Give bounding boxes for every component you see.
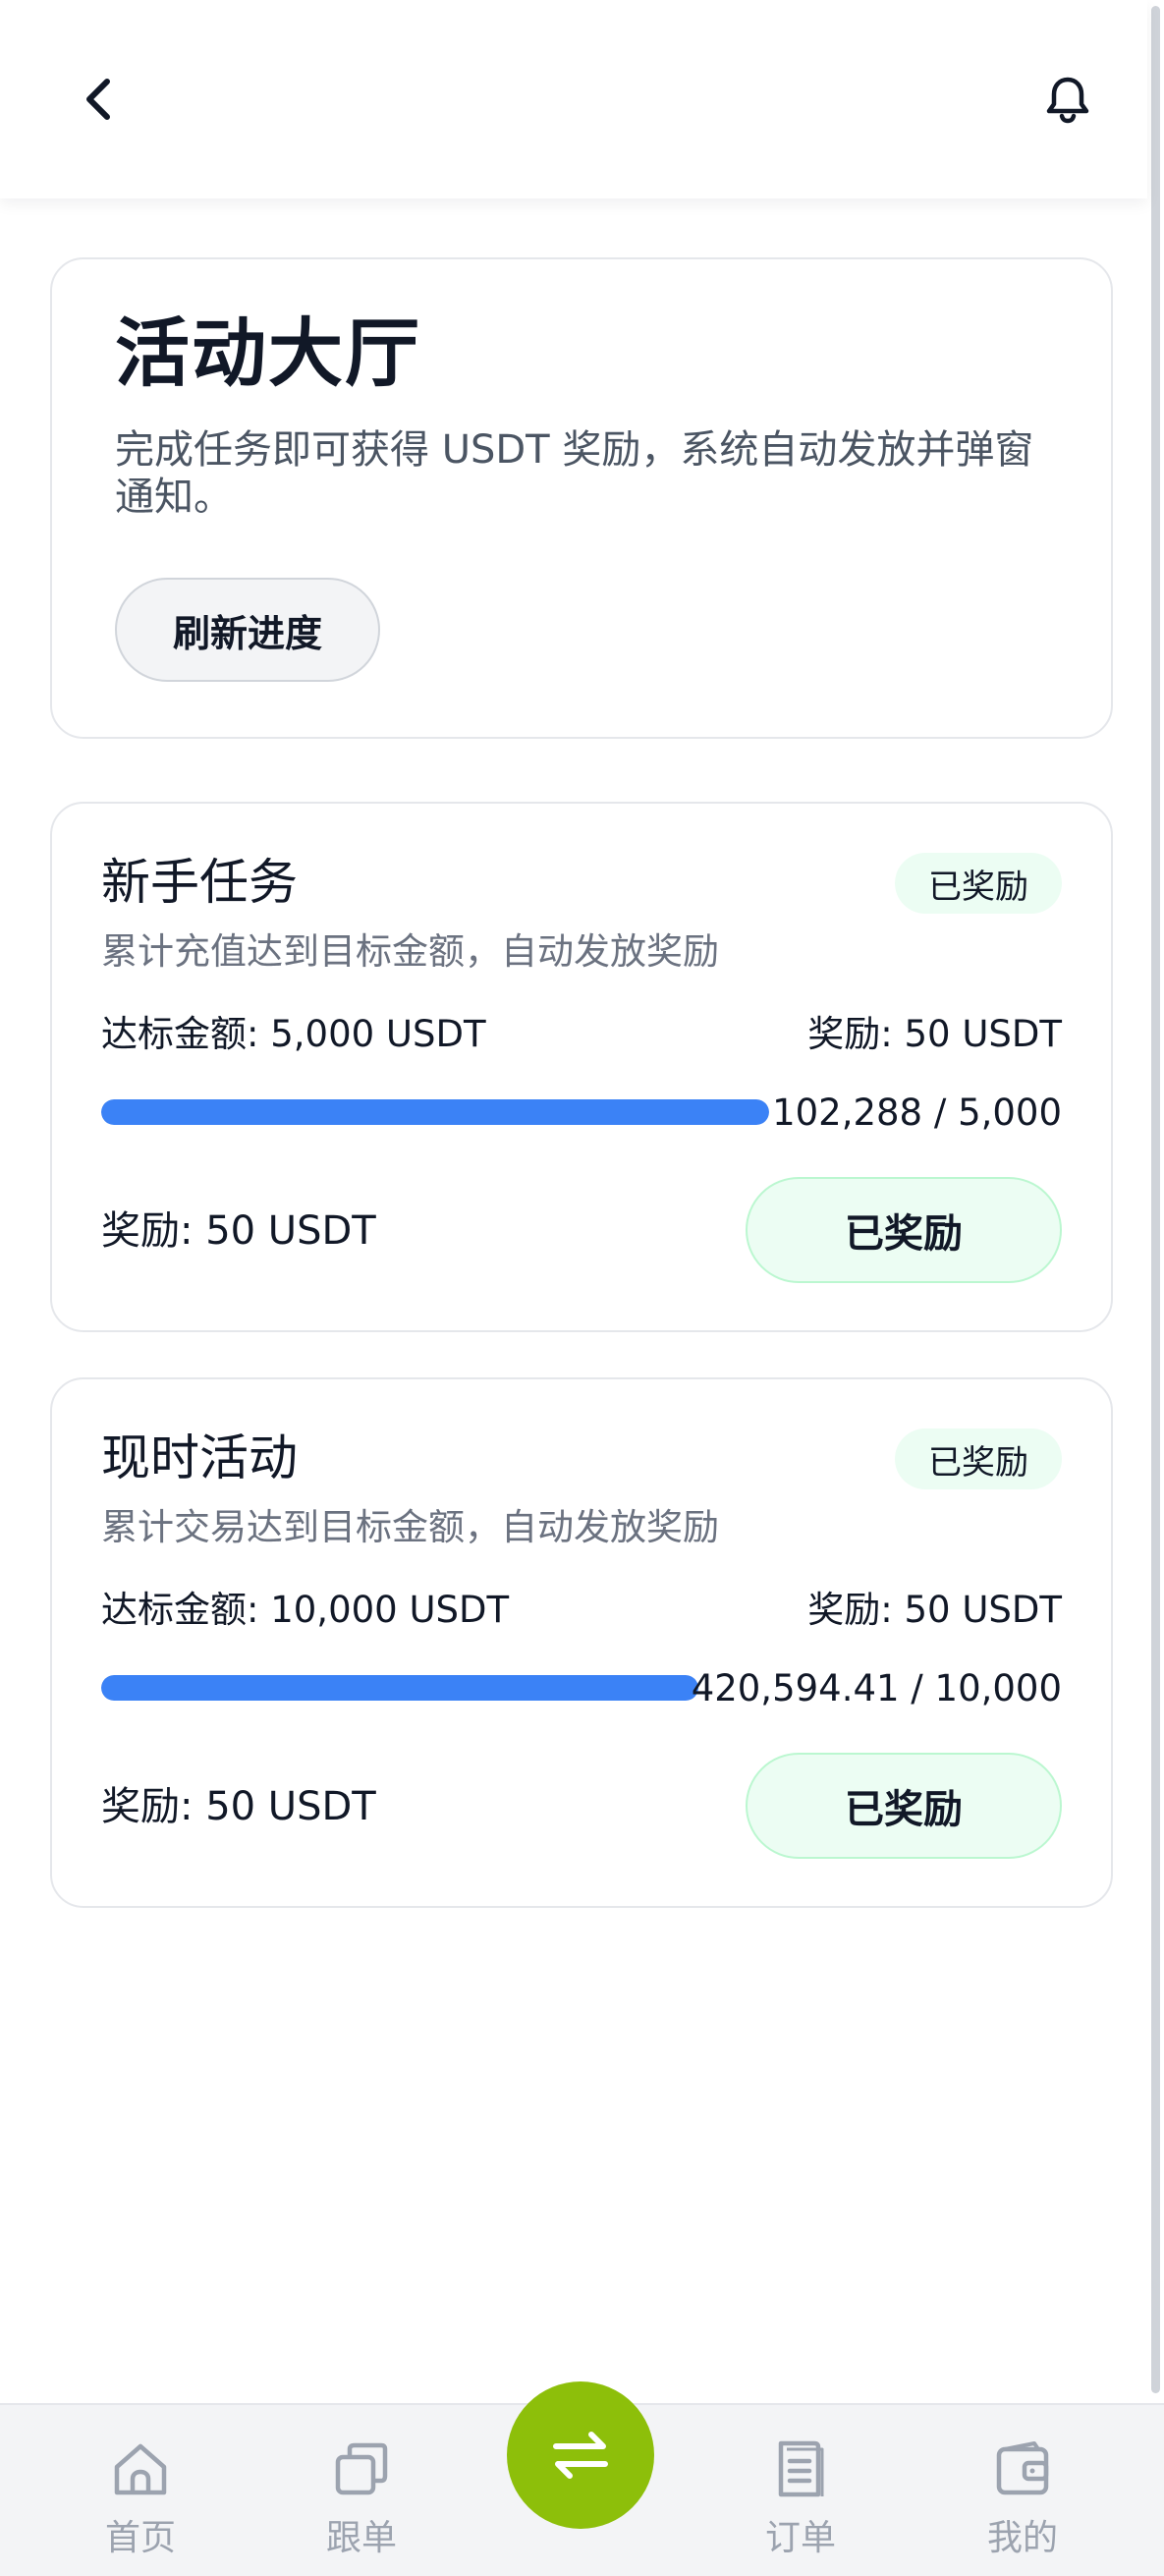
claimed-button[interactable]: 已奖励 xyxy=(746,1753,1062,1859)
status-badge: 已奖励 xyxy=(895,853,1062,914)
wallet-icon xyxy=(988,2435,1057,2503)
task-description: 累计交易达到目标金额，自动发放奖励 xyxy=(101,1506,719,1548)
task-title: 新手任务 xyxy=(101,854,298,911)
reward-amount: 奖励: 50 USDT xyxy=(807,1589,1062,1631)
refresh-progress-button[interactable]: 刷新进度 xyxy=(115,578,380,682)
top-header xyxy=(0,0,1147,198)
bell-icon xyxy=(1046,77,1089,124)
claimed-button[interactable]: 已奖励 xyxy=(746,1177,1062,1283)
status-badge: 已奖励 xyxy=(895,1428,1062,1489)
target-amount: 达标金额: 10,000 USDT xyxy=(101,1589,510,1631)
copy-icon xyxy=(327,2435,396,2503)
document-icon xyxy=(766,2435,835,2503)
task-title: 现时活动 xyxy=(101,1429,298,1486)
swap-arrows-icon xyxy=(553,2432,608,2479)
activity-hall-card: 活动大厅 完成任务即可获得 USDT 奖励，系统自动发放并弹窗通知。 刷新进度 xyxy=(50,257,1113,739)
progress-fill xyxy=(101,1675,698,1701)
task-description: 累计充值达到目标金额，自动发放奖励 xyxy=(101,930,719,973)
activity-hall-page: 活动大厅 完成任务即可获得 USDT 奖励，系统自动发放并弹窗通知。 刷新进度 … xyxy=(0,0,1164,2576)
nav-label: 跟单 xyxy=(325,2518,397,2558)
reward-summary: 奖励: 50 USDT xyxy=(101,1208,376,1254)
center-swap-button[interactable] xyxy=(507,2381,654,2529)
progress-fill xyxy=(101,1099,769,1125)
page-title: 活动大厅 xyxy=(115,309,421,397)
reward-amount: 奖励: 50 USDT xyxy=(807,1013,1062,1055)
reward-summary: 奖励: 50 USDT xyxy=(101,1784,376,1829)
scrollbar-thumb[interactable] xyxy=(1151,6,1160,2393)
home-icon xyxy=(106,2435,175,2503)
page-description: 完成任务即可获得 USDT 奖励，系统自动发放并弹窗通知。 xyxy=(115,427,1034,520)
nav-item-profile[interactable]: 我的 xyxy=(954,2435,1091,2572)
nav-item-copy-trading[interactable]: 跟单 xyxy=(293,2435,430,2572)
chevron-left-icon xyxy=(86,79,110,120)
notification-button[interactable] xyxy=(1037,65,1098,134)
back-button[interactable] xyxy=(69,65,128,134)
target-amount: 达标金额: 5,000 USDT xyxy=(101,1013,486,1055)
nav-label: 订单 xyxy=(764,2518,836,2558)
nav-item-orders[interactable]: 订单 xyxy=(732,2435,869,2572)
progress-bar xyxy=(101,1099,769,1125)
nav-label: 我的 xyxy=(986,2518,1058,2558)
nav-item-home[interactable]: 首页 xyxy=(72,2435,209,2572)
task-card-newbie: 新手任务 已奖励 累计充值达到目标金额，自动发放奖励 达标金额: 5,000 U… xyxy=(50,802,1113,1332)
progress-bar xyxy=(101,1675,698,1701)
progress-text: 420,594.41 / 10,000 xyxy=(691,1667,1062,1709)
nav-label: 首页 xyxy=(104,2518,176,2558)
progress-text: 102,288 / 5,000 xyxy=(772,1092,1062,1134)
task-card-current-activity: 现时活动 已奖励 累计交易达到目标金额，自动发放奖励 达标金额: 10,000 … xyxy=(50,1377,1113,1908)
